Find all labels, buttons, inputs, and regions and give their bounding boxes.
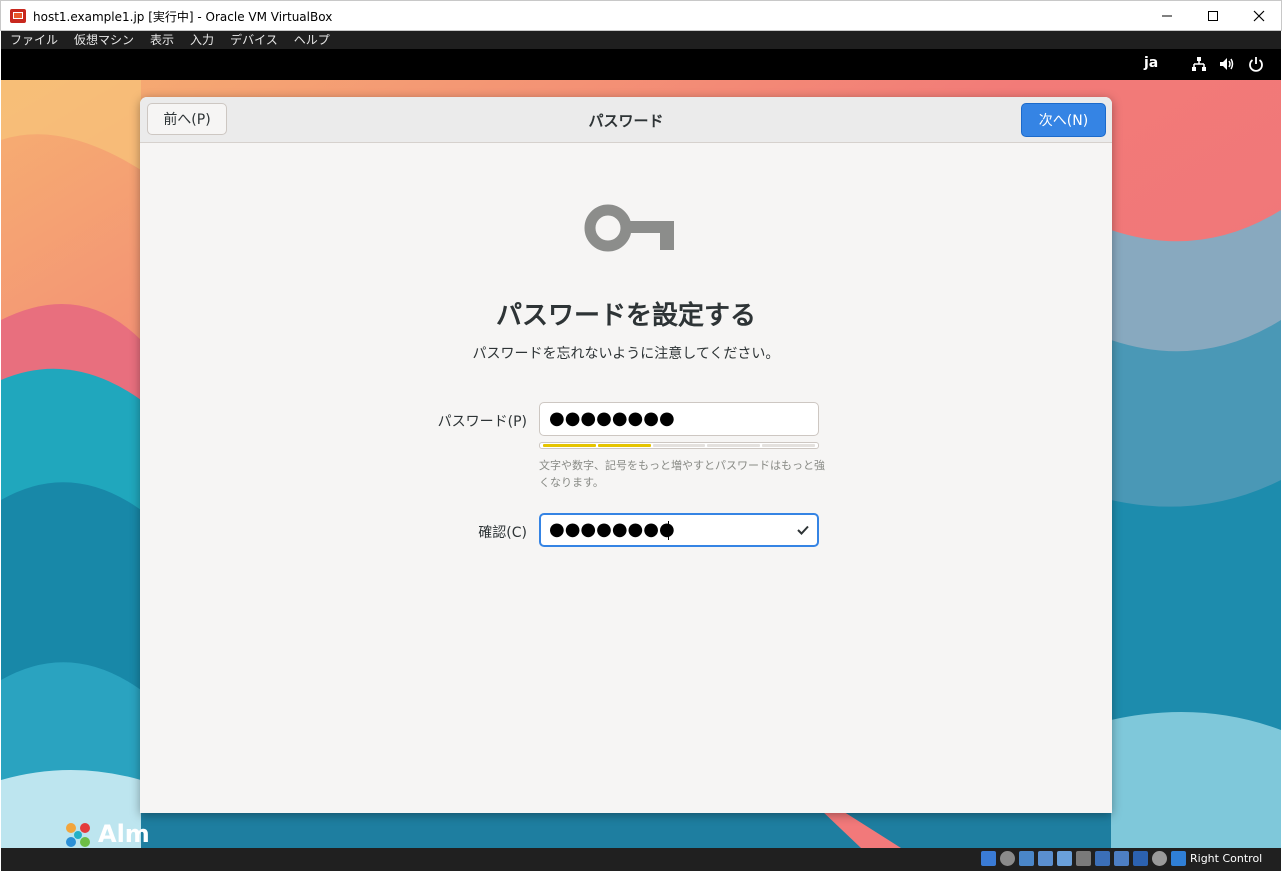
menu-machine[interactable]: 仮想マシン <box>65 32 141 48</box>
virtualbox-app-icon <box>10 9 26 23</box>
password-field[interactable]: ●●●●●●●● <box>539 402 819 436</box>
network-icon[interactable] <box>1191 56 1207 72</box>
menu-input[interactable]: 入力 <box>181 32 221 48</box>
audio-icon[interactable] <box>1019 851 1034 866</box>
virtualization-icon[interactable] <box>1133 851 1148 866</box>
network-adapter-icon[interactable] <box>1038 851 1053 866</box>
keyboard-language-indicator[interactable]: ja <box>1144 55 1158 71</box>
window-title: host1.example1.jp [実行中] - Oracle VM Virt… <box>33 10 333 24</box>
shared-folders-icon[interactable] <box>1076 851 1091 866</box>
window-titlebar: host1.example1.jp [実行中] - Oracle VM Virt… <box>0 0 1282 31</box>
confirm-label: 確認(C) <box>478 525 527 541</box>
almalinux-logo-text: Alm <box>98 820 150 848</box>
strength-segment <box>543 444 596 447</box>
password-value: ●●●●●●●● <box>549 408 675 429</box>
host-key-icon[interactable] <box>1171 851 1186 866</box>
volume-icon[interactable] <box>1219 56 1235 72</box>
minimize-button[interactable] <box>1144 1 1190 31</box>
minimize-icon <box>1162 15 1172 17</box>
dialog-header: 前へ(P) パスワード 次へ(N) <box>140 97 1112 143</box>
menu-bar: ファイル 仮想マシン 表示 入力 デバイス ヘルプ <box>1 31 1281 49</box>
close-button[interactable] <box>1236 1 1282 31</box>
optical-drive-icon[interactable] <box>1000 851 1015 866</box>
recording-icon[interactable] <box>1114 851 1129 866</box>
maximize-icon <box>1208 11 1218 21</box>
strength-segment <box>707 444 761 447</box>
confirm-password-field[interactable]: ●●●●●●●● <box>539 513 819 547</box>
close-icon <box>1253 10 1265 22</box>
key-icon <box>584 204 674 252</box>
checkmark-icon <box>797 525 809 535</box>
password-strength-bar <box>539 442 819 449</box>
hard-disk-icon[interactable] <box>981 851 996 866</box>
power-icon[interactable] <box>1248 56 1264 72</box>
menu-devices[interactable]: デバイス <box>221 32 285 48</box>
menu-help[interactable]: ヘルプ <box>285 32 337 48</box>
host-key-label: Right Control <box>1190 852 1263 865</box>
strength-segment <box>762 444 815 447</box>
mouse-integration-icon[interactable] <box>1152 851 1167 866</box>
text-caret <box>668 521 669 540</box>
password-strength-hint: 文字や数字、記号をもっと増やすとパスワードはもっと強くなります。 <box>539 459 825 489</box>
almalinux-logo-icon <box>66 823 90 847</box>
menu-view[interactable]: 表示 <box>141 32 181 48</box>
strength-segment <box>652 444 706 447</box>
password-label: パスワード(P) <box>437 414 527 430</box>
confirm-value: ●●●●●●●● <box>549 519 675 540</box>
next-button[interactable]: 次へ(N) <box>1021 103 1106 137</box>
maximize-button[interactable] <box>1190 1 1236 31</box>
page-heading: パスワードを設定する <box>495 301 756 331</box>
virtualbox-status-bar: Right Control <box>1 848 1281 871</box>
guest-top-bar: ja <box>1 49 1281 80</box>
dialog-title: パスワード <box>588 112 664 130</box>
menu-file[interactable]: ファイル <box>1 32 65 48</box>
page-subheading: パスワードを忘れないように注意してください。 <box>472 346 780 362</box>
password-setup-dialog: 前へ(P) パスワード 次へ(N) パスワードを設定する パスワードを忘れないよ… <box>140 97 1112 813</box>
strength-segment <box>597 444 651 447</box>
display-icon[interactable] <box>1095 851 1110 866</box>
usb-icon[interactable] <box>1057 851 1072 866</box>
